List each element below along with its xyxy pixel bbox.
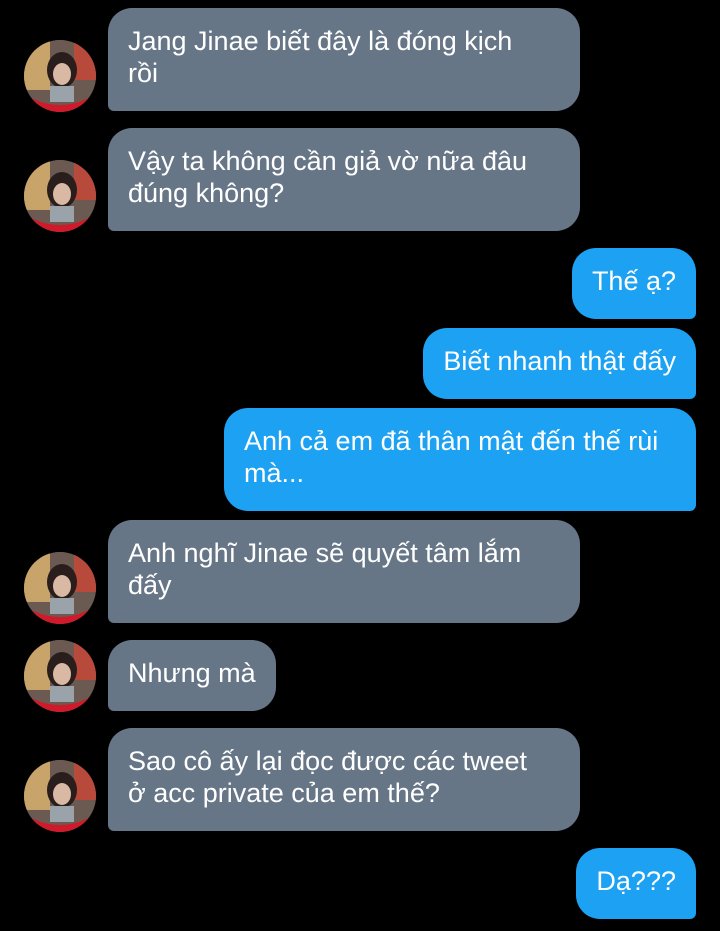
contact-avatar[interactable] (24, 640, 96, 712)
incoming-message-bubble[interactable]: Nhưng mà (108, 640, 276, 711)
contact-avatar[interactable] (24, 760, 96, 832)
incoming-message-bubble[interactable]: Jang Jinae biết đây là đóng kịch rồi (108, 8, 580, 111)
contact-avatar[interactable] (24, 160, 96, 232)
incoming-message-bubble[interactable]: Vậy ta không cần giả vờ nữa đâu đúng khô… (108, 128, 580, 231)
outgoing-message-bubble[interactable]: Biết nhanh thật đấy (423, 328, 696, 399)
outgoing-message-bubble[interactable]: Thế ạ? (571, 248, 696, 319)
contact-avatar[interactable] (24, 552, 96, 624)
outgoing-message-bubble[interactable]: Dạ??? (576, 848, 696, 919)
outgoing-message-bubble[interactable]: Anh cả em đã thân mật đến thế rùi mà... (224, 408, 696, 511)
incoming-message-bubble[interactable]: Sao cô ấy lại đọc được các tweet ở acc p… (108, 728, 580, 831)
incoming-message-bubble[interactable]: Anh nghĩ Jinae sẽ quyết tâm lắm đấy (108, 520, 580, 623)
contact-avatar[interactable] (24, 40, 96, 112)
